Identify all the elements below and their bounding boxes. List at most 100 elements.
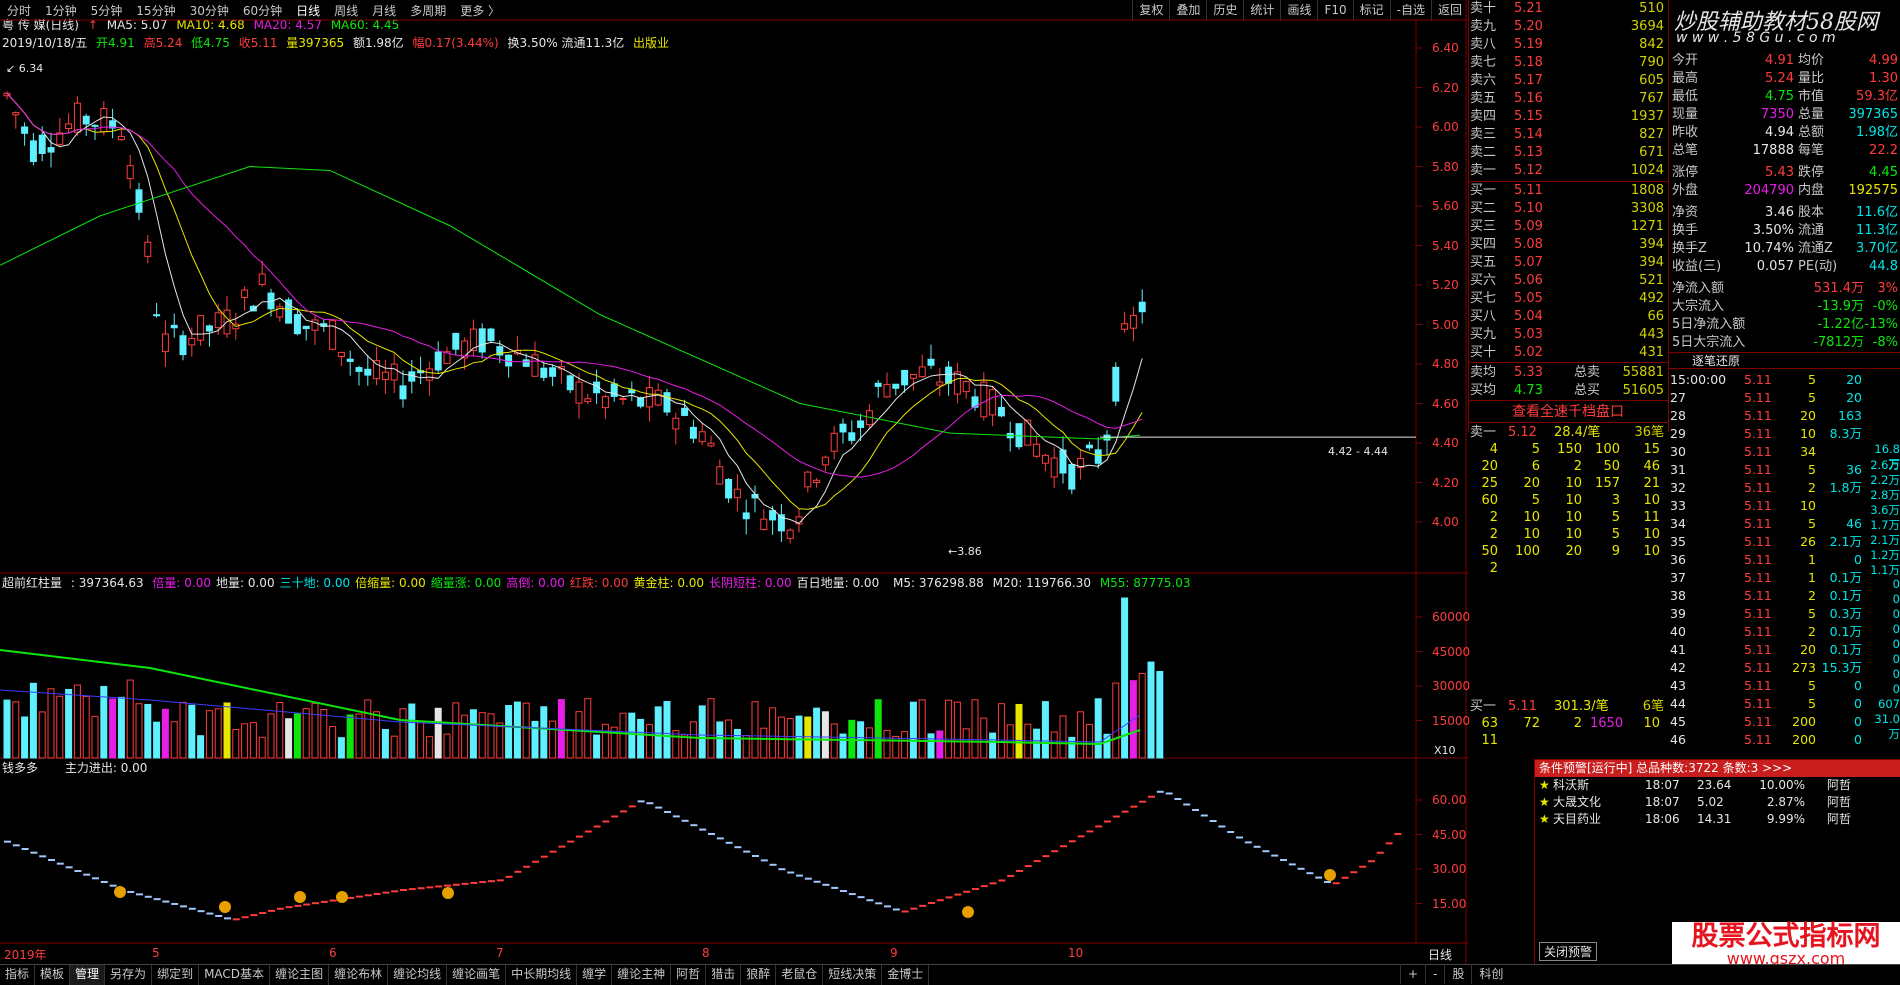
bottom-control-0[interactable]: + (1400, 964, 1425, 984)
indicator-title: 钱多多 (2, 761, 39, 775)
bid-price: 5.04 (1514, 309, 1543, 324)
volume-item-5: 高倒: 0.00 (506, 576, 565, 590)
tick-price: 5.11 (1744, 714, 1772, 729)
candle-body (153, 314, 161, 317)
candle-body (936, 381, 944, 386)
sell-depth-cell: 100 (1595, 442, 1620, 457)
depth-button[interactable]: 查看全速千档盘口 (1468, 402, 1668, 423)
alert-row-2[interactable]: ★ 天目药业 18:06 14.31 9.99% 阿哲 (1535, 811, 1900, 828)
indicator-tab-17[interactable]: 短线决策 (823, 965, 883, 985)
bottom-control-1[interactable]: - (1425, 964, 1444, 984)
bottom-control-2[interactable]: 股 (1444, 964, 1471, 984)
indicator-tab-13[interactable]: 阿哲 (671, 965, 707, 985)
indicator-tab-16[interactable]: 老鼠仓 (776, 965, 824, 985)
stat-value: 204790 (1744, 183, 1794, 198)
date-tick-4: 8 (702, 946, 710, 960)
sell-depth-cell: 5 (1611, 527, 1620, 542)
alert-row-0[interactable]: ★ 科沃斯 18:07 23.64 10.00% 阿哲 (1535, 777, 1900, 794)
stat-row-0: 今开 4.91 均价 4.99 (1668, 52, 1900, 70)
alert-row-1[interactable]: ★ 大晟文化 18:07 5.02 2.87% 阿哲 (1535, 794, 1900, 811)
alert-title[interactable]: 条件预警[运行中] 总品种数:3722 条数:3 >>> (1535, 760, 1900, 777)
volume-bar (584, 698, 592, 759)
tick-side-value: 0 (1892, 637, 1900, 651)
stat-value2: 11.3亿 (1856, 223, 1898, 238)
tick-time: 45 (1670, 714, 1686, 729)
candle-body (21, 126, 29, 134)
ask-row-1: 卖九 5.20 3694 (1468, 18, 1668, 36)
price-tick-0: 6.40 (1432, 41, 1459, 55)
volume-bar (241, 723, 249, 759)
candle-body (293, 314, 301, 335)
stat-value2: 397365 (1848, 107, 1898, 122)
volume-bar (830, 723, 838, 759)
indicator-tab-18[interactable]: 金博士 (882, 965, 930, 985)
indicator-tab-6[interactable]: 缠论主图 (270, 965, 330, 985)
indicator-tab-5[interactable]: MACD基本 (199, 965, 271, 985)
volume-bar (980, 717, 988, 759)
ask-row-9: 卖一 5.12 1024 (1468, 162, 1668, 180)
tick-side-value: 0 (1892, 652, 1900, 666)
tick-price: 5.11 (1744, 588, 1772, 603)
volume-bar (82, 695, 90, 759)
indicator-layer (4, 790, 1402, 921)
candle-body (126, 165, 134, 180)
volume-bar (531, 720, 539, 759)
candle-body (73, 102, 81, 133)
tick-volume: 10 (1800, 498, 1816, 513)
ask-label: 卖六 (1470, 73, 1497, 88)
avg-row-0: 卖均 5.33 总卖 55881 (1468, 364, 1668, 382)
bottom-control-3[interactable]: 科创 (1471, 964, 1510, 984)
indicator-tab-11[interactable]: 缠学 (577, 965, 613, 985)
candle-body (337, 351, 345, 358)
volume-title: 超前红柱量 (2, 576, 63, 590)
alert-time: 18:07 (1645, 795, 1680, 809)
indicator-tab-3[interactable]: 另存为 (105, 965, 153, 985)
candle-body (716, 466, 724, 485)
indicator-tab-0[interactable]: 指标 (0, 965, 36, 985)
sell-depth-cell: 50 (1603, 459, 1620, 474)
price-tick-3: 5.80 (1432, 159, 1459, 174)
volume-bar (197, 735, 205, 759)
indicator-tab-8[interactable]: 缠论均线 (388, 965, 448, 985)
indicator-tab-15[interactable]: 狼醉 (741, 965, 777, 985)
indicator-tab-1[interactable]: 模板 (35, 965, 71, 985)
bid-row-5: 买六 5.06 521 (1468, 272, 1668, 290)
indicator-tab-7[interactable]: 缠论布林 (329, 965, 389, 985)
tick-time: 44 (1670, 696, 1686, 711)
tick-row-0: 15:00:00 5.11 5 20 (1668, 370, 1900, 389)
volume-bar (109, 698, 117, 759)
alert-time: 18:06 (1645, 812, 1680, 826)
candle-body (1050, 457, 1058, 478)
tick-time: 28 (1670, 408, 1686, 423)
indicator-tab-14[interactable]: 猎击 (706, 965, 742, 985)
ma-lines-layer (0, 92, 1416, 524)
candle-body (214, 312, 222, 329)
sell-depth-cell: 10 (1643, 527, 1660, 542)
indicator-tab-12[interactable]: 缠论主神 (612, 965, 672, 985)
candle-body (205, 325, 213, 332)
close-alert-button[interactable]: 关闭预警 (1539, 942, 1598, 961)
indicator-tab-10[interactable]: 中长期均线 (506, 965, 578, 985)
volume-bar (337, 737, 345, 759)
tick-time: 37 (1670, 570, 1686, 585)
high-marker: ↙ 6.34 (6, 62, 44, 75)
volume-bar (38, 711, 46, 759)
candle-body (742, 512, 750, 520)
tick-time: 15:00:00 (1670, 372, 1727, 387)
tick-amount: 2.1万 (1829, 534, 1862, 549)
candle-body (839, 423, 847, 433)
tick-side-value: 0 (1892, 607, 1900, 621)
indicator-tab-9[interactable]: 缠论画笔 (447, 965, 507, 985)
volume-bar (346, 714, 354, 759)
volume-tick-3: 15000 (1432, 713, 1471, 728)
volume-bar (989, 732, 997, 759)
volume-item-0: 倍量: 0.00 (152, 576, 211, 590)
tick-side-value: 3.6万 (1870, 503, 1900, 517)
sell-depth-cell: 10 (1523, 527, 1540, 542)
ask-volume: 510 (1639, 1, 1664, 16)
volume-bar (663, 701, 671, 759)
indicator-tab-2[interactable]: 管理 (70, 965, 106, 985)
volume-bar (302, 708, 310, 759)
tick-volume: 10 (1800, 426, 1816, 441)
indicator-tab-4[interactable]: 绑定到 (152, 965, 200, 985)
